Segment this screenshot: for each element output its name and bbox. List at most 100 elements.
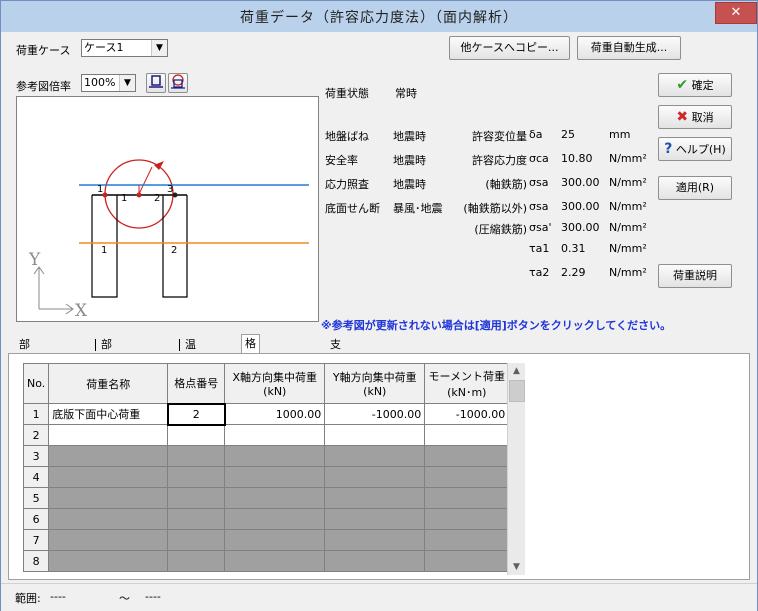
view-load-button[interactable] (168, 73, 188, 93)
x-load-cell[interactable] (224, 424, 326, 446)
auto-generate-load-button[interactable]: 荷重自動生成... (577, 36, 681, 60)
node-label: 1 (97, 184, 103, 195)
moment-cell[interactable] (424, 508, 510, 530)
moment-cell[interactable] (424, 550, 510, 572)
cancel-button[interactable]: ✖ 取消 (658, 105, 732, 129)
info-symbol: τa1 (529, 242, 550, 255)
info-symbol: σsa (529, 200, 549, 213)
table-row: 3 (22, 445, 510, 467)
x-load-cell[interactable] (224, 466, 326, 488)
load-name-cell[interactable] (48, 508, 169, 530)
node-number-cell[interactable] (167, 445, 226, 467)
y-load-cell[interactable] (324, 550, 426, 572)
close-button[interactable]: ✕ (715, 2, 757, 24)
node-number-cell[interactable] (167, 424, 226, 446)
node-number-cell[interactable]: 2 (166, 402, 226, 426)
info-condition: 地震時 (393, 178, 426, 191)
load-name-cell[interactable] (48, 550, 169, 572)
zoom-select[interactable]: 100% ▼ (81, 74, 136, 92)
y-load-cell[interactable] (324, 445, 426, 467)
moment-cell[interactable] (424, 466, 510, 488)
x-load-cell[interactable] (224, 487, 326, 509)
y-load-cell[interactable] (324, 529, 426, 551)
status-bar: 範囲: ---- 〜 ---- (1, 583, 757, 611)
load-name-cell[interactable] (48, 529, 169, 551)
node-number-cell[interactable] (167, 487, 226, 509)
info-value: 300.00 (561, 200, 600, 213)
chevron-down-icon: ▼ (151, 40, 167, 56)
view-frame-button[interactable] (146, 73, 166, 93)
table-scrollbar[interactable]: ▲ ▼ (507, 363, 525, 575)
x-load-cell[interactable] (224, 529, 326, 551)
tab-temperature-load[interactable]: 温度荷重 (182, 336, 199, 402)
load-name-cell[interactable] (48, 466, 169, 488)
row-number: 8 (22, 550, 50, 572)
y-load-cell[interactable] (324, 466, 426, 488)
load-description-button[interactable]: 荷重説明 (658, 264, 732, 288)
info-condition: 暴風･地震 (393, 202, 443, 215)
y-load-cell[interactable] (324, 508, 426, 530)
copy-to-other-case-button[interactable]: 他ケースへコピー... (449, 36, 570, 60)
confirm-button[interactable]: ✔ 確定 (658, 73, 732, 97)
node-number-cell[interactable] (167, 550, 226, 572)
table-row: 2 (22, 424, 510, 446)
update-notice: ※参考図が更新されない場合は[適用]ボタンをクリックしてください。 (321, 319, 672, 332)
header-text: X軸方向集中荷重 (232, 371, 318, 384)
x-load-cell[interactable] (224, 550, 326, 572)
header-unit: (kN･m) (447, 385, 487, 399)
moment-cell[interactable]: -1000.00 (424, 403, 510, 425)
node-load-table: No. 荷重名称 格点番号 X軸方向集中荷重 (kN) Y軸方向集中荷重 (kN) モーメント… (22, 363, 510, 572)
tab-member-concentrated-load[interactable]: 部材集中荷重 (98, 336, 115, 436)
info-value: 300.00 (561, 221, 600, 234)
moment-cell[interactable] (424, 445, 510, 467)
apply-button[interactable]: 適用(R) (658, 176, 732, 200)
load-name-cell[interactable] (48, 424, 169, 446)
load-state-label: 荷重状態 (325, 87, 369, 100)
info-value: 10.80 (561, 152, 593, 165)
load-name-cell[interactable] (48, 445, 169, 467)
x-load-cell[interactable]: 1000.00 (224, 403, 326, 425)
x-axis-label: X (75, 301, 88, 321)
info-item: (軸鉄筋) (485, 178, 527, 191)
header-text: No. (27, 377, 46, 390)
zoom-label: 参考図倍率 (16, 80, 71, 93)
chevron-down-icon[interactable]: ▼ (508, 559, 525, 575)
tab-divider (179, 339, 180, 351)
moment-cell[interactable] (424, 424, 510, 446)
info-unit: N/mm² (609, 221, 647, 234)
tab-member-distributed-load[interactable]: 部材分布荷重 (16, 336, 33, 436)
header-text: 荷重名称 (86, 377, 131, 391)
y-load-cell[interactable]: -1000.00 (324, 403, 426, 425)
diagram-canvas: 1 1 2 3 1 2 Y X (28, 159, 309, 321)
info-unit: N/mm² (609, 200, 647, 213)
load-name-cell[interactable]: 底版下面中心荷重 (48, 403, 169, 425)
x-load-cell[interactable] (224, 508, 326, 530)
reference-diagram: 1 1 2 3 1 2 Y X (16, 96, 319, 322)
help-button[interactable]: ? ヘルプ(H) (658, 137, 732, 161)
info-category: 地盤ばね (325, 130, 369, 143)
node-label: 3 (167, 184, 173, 195)
load-name-cell[interactable] (48, 487, 169, 509)
info-category: 応力照査 (325, 178, 369, 191)
moment-cell[interactable] (424, 487, 510, 509)
info-symbol: σsa (529, 176, 549, 189)
node-number-cell[interactable] (167, 529, 226, 551)
header-no: No. (22, 363, 50, 404)
row-number: 4 (22, 466, 50, 488)
moment-cell[interactable] (424, 529, 510, 551)
node-number-cell[interactable] (167, 508, 226, 530)
x-load-cell[interactable] (224, 445, 326, 467)
node-number-cell[interactable] (167, 466, 226, 488)
load-case-select[interactable]: ケース1 ▼ (81, 39, 168, 57)
scroll-thumb[interactable] (509, 380, 525, 402)
table-row: 4 (22, 466, 510, 488)
info-unit: N/mm² (609, 152, 647, 165)
dialog-window: 荷重データ（許容応力度法）（面内解析） ✕ 荷重ケース ケース1 ▼ 他ケースへ… (0, 0, 758, 611)
y-load-cell[interactable] (324, 424, 426, 446)
tab-node-concentrated-load[interactable]: 格点集中荷重 (241, 334, 260, 435)
chevron-up-icon[interactable]: ▲ (508, 363, 525, 379)
y-load-cell[interactable] (324, 487, 426, 509)
tab-support-displacement[interactable]: 支点強制変位 (327, 336, 344, 436)
header-node-number: 格点番号 (167, 363, 226, 404)
info-condition: 地震時 (393, 154, 426, 167)
